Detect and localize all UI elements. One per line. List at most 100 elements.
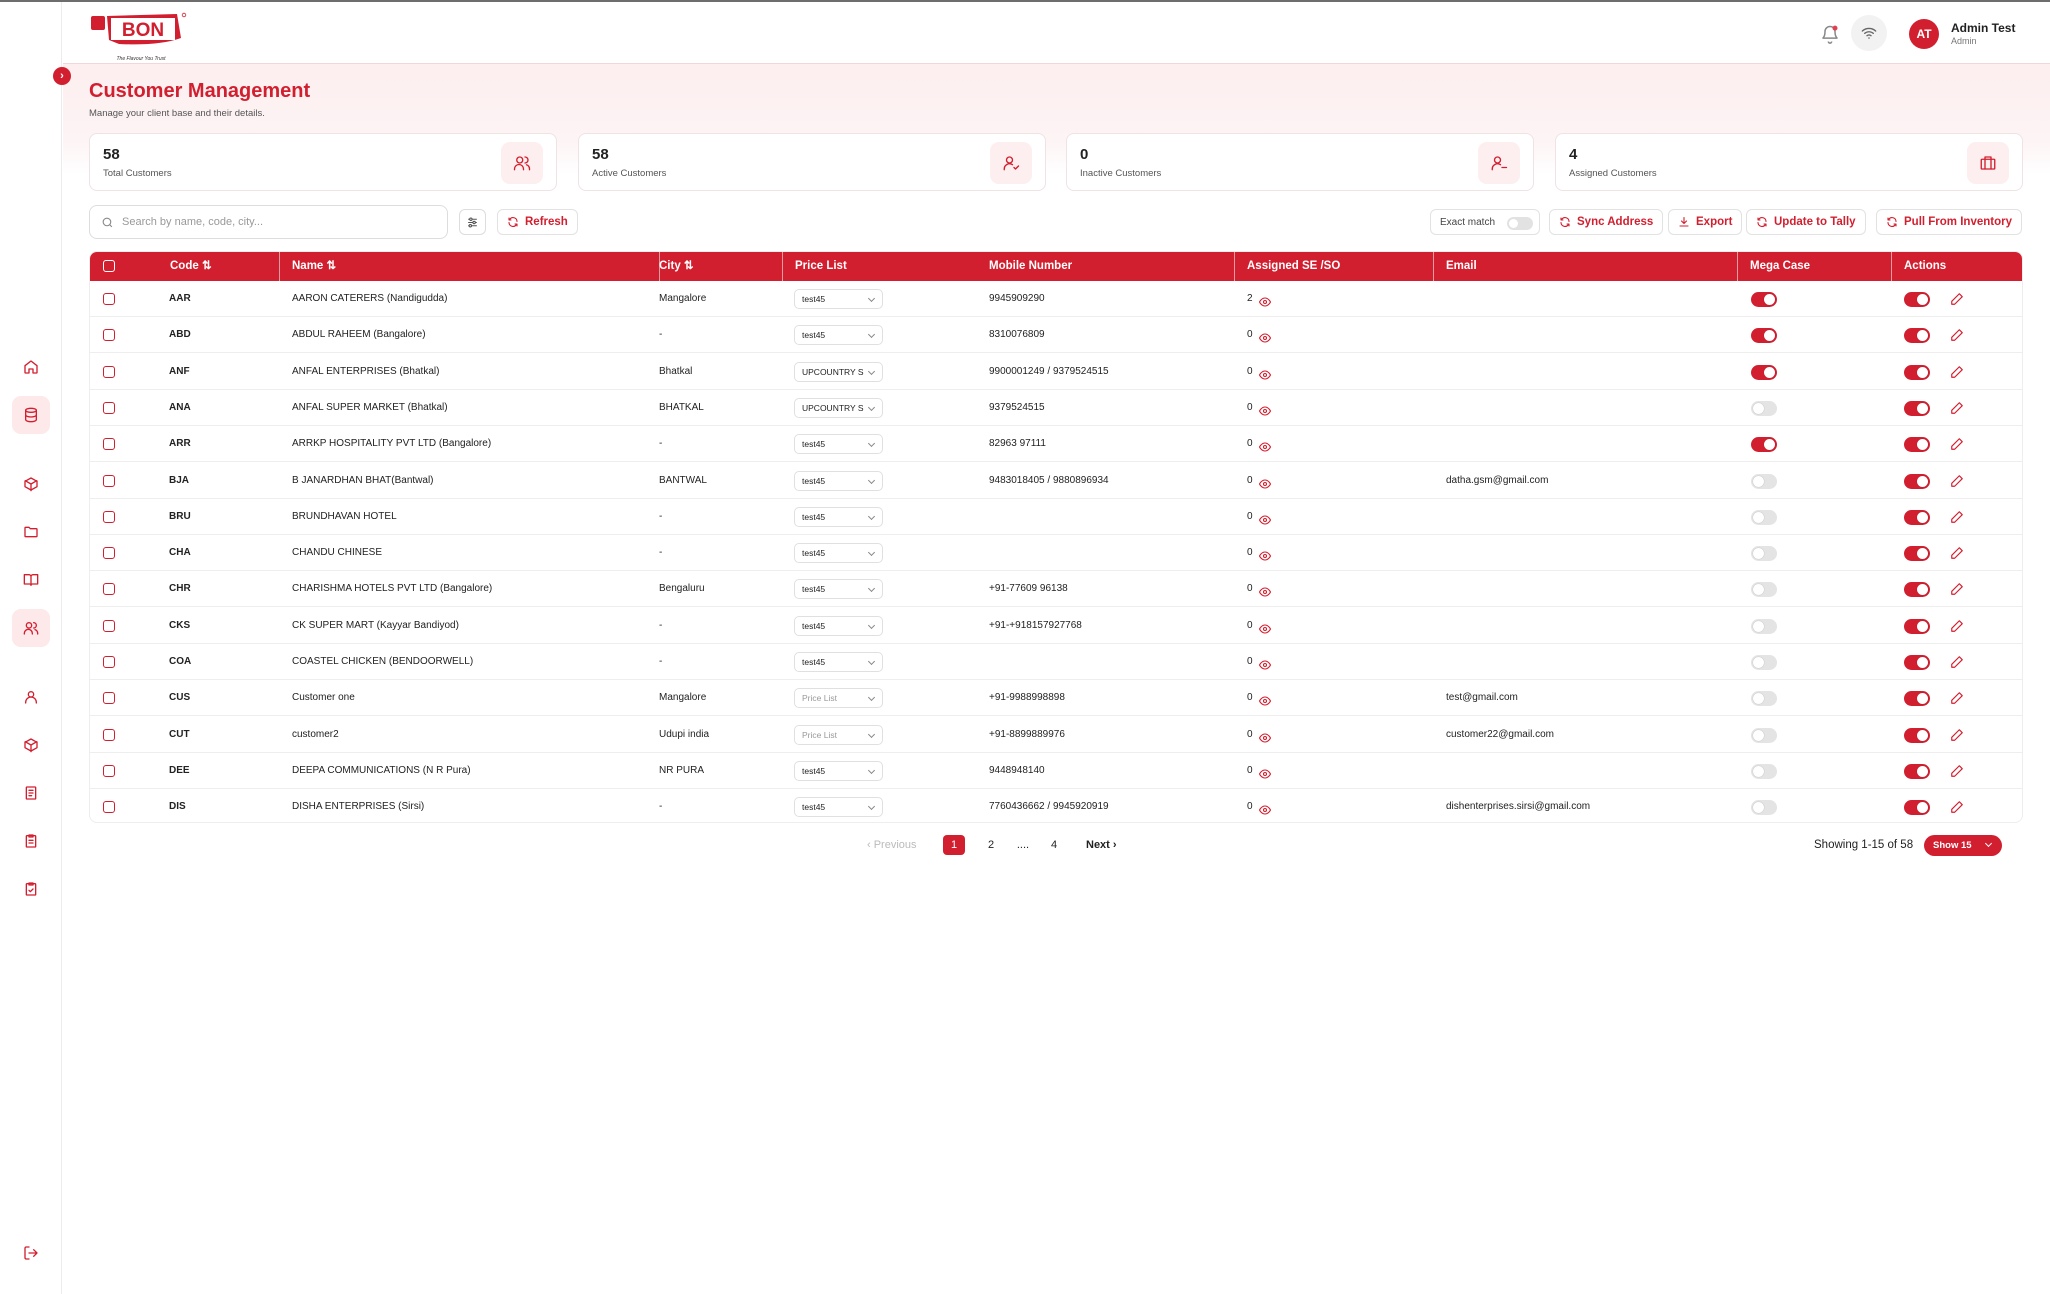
mega-case-toggle[interactable] [1751, 582, 1777, 598]
eye-icon[interactable] [1258, 476, 1272, 489]
mega-case-toggle[interactable] [1751, 618, 1777, 634]
mega-case-toggle[interactable] [1751, 655, 1777, 670]
mega-case-toggle[interactable] [1751, 473, 1777, 489]
row-checkbox[interactable] [103, 401, 115, 414]
status-toggle[interactable] [1904, 509, 1930, 525]
eye-icon[interactable] [1258, 766, 1272, 779]
status-toggle[interactable] [1904, 763, 1930, 779]
edit-icon[interactable] [1950, 800, 1964, 814]
status-toggle[interactable] [1904, 473, 1930, 489]
edit-icon[interactable] [1950, 510, 1964, 524]
edit-icon[interactable] [1950, 546, 1964, 560]
eye-icon[interactable] [1258, 403, 1272, 416]
row-checkbox[interactable] [103, 365, 115, 378]
edit-icon[interactable] [1950, 328, 1964, 342]
price-list-select[interactable]: test45 [794, 470, 883, 491]
row-checkbox[interactable] [103, 764, 115, 777]
mega-case-toggle[interactable] [1751, 292, 1777, 307]
edit-icon[interactable] [1950, 691, 1964, 705]
eye-icon[interactable] [1258, 657, 1272, 670]
price-list-select[interactable]: test45 [794, 760, 883, 781]
eye-icon[interactable] [1258, 548, 1272, 561]
edit-icon[interactable] [1950, 437, 1964, 451]
edit-icon[interactable] [1950, 619, 1964, 633]
refresh-button[interactable]: Refresh [497, 209, 578, 235]
eye-icon[interactable] [1258, 693, 1272, 706]
price-list-select[interactable]: test45 [794, 325, 883, 346]
price-list-select[interactable]: test45 [794, 797, 883, 818]
row-checkbox[interactable] [103, 510, 115, 523]
edit-icon[interactable] [1950, 764, 1964, 778]
price-list-select[interactable]: UPCOUNTRY SPECIAL [794, 397, 883, 418]
eye-icon[interactable] [1258, 584, 1272, 597]
row-checkbox[interactable] [103, 329, 115, 342]
status-toggle[interactable] [1904, 328, 1930, 344]
mega-case-toggle[interactable] [1751, 727, 1777, 743]
row-checkbox[interactable] [103, 656, 115, 668]
price-list-select[interactable]: test45 [794, 289, 883, 309]
edit-icon[interactable] [1950, 365, 1964, 379]
page-2-button[interactable]: 2 [980, 835, 1002, 855]
eye-icon[interactable] [1258, 621, 1272, 634]
eye-icon[interactable] [1258, 512, 1272, 525]
sidebar-collapse-button[interactable]: › [53, 67, 71, 85]
eye-icon[interactable] [1258, 330, 1272, 343]
home-icon[interactable] [12, 348, 50, 386]
header-city[interactable]: City ⇅ [659, 252, 694, 281]
package-icon[interactable] [12, 465, 50, 503]
edit-icon[interactable] [1950, 728, 1964, 742]
mega-case-toggle[interactable] [1751, 364, 1777, 380]
status-toggle[interactable] [1904, 400, 1930, 416]
eye-icon[interactable] [1258, 294, 1272, 307]
page-1-button[interactable]: 1 [943, 835, 965, 855]
sync-address-button[interactable]: Sync Address [1549, 209, 1664, 235]
header-name[interactable]: Name ⇅ [292, 252, 336, 281]
mega-case-toggle[interactable] [1751, 800, 1777, 816]
wifi-icon[interactable] [1851, 15, 1887, 51]
clipboard-check-icon[interactable] [12, 870, 50, 908]
mega-case-toggle[interactable] [1751, 509, 1777, 525]
mega-case-toggle[interactable] [1751, 437, 1777, 453]
box-icon[interactable] [12, 726, 50, 764]
price-list-select[interactable]: Price List [794, 724, 883, 745]
previous-page-button[interactable]: ‹ Previous [867, 839, 917, 851]
status-toggle[interactable] [1904, 727, 1930, 743]
status-toggle[interactable] [1904, 800, 1930, 816]
status-toggle[interactable] [1904, 691, 1930, 707]
page-4-button[interactable]: 4 [1043, 835, 1065, 855]
status-toggle[interactable] [1904, 546, 1930, 562]
eye-icon[interactable] [1258, 367, 1272, 380]
row-checkbox[interactable] [103, 583, 115, 596]
users-icon[interactable] [12, 609, 50, 647]
status-toggle[interactable] [1904, 655, 1930, 670]
row-checkbox[interactable] [103, 438, 115, 451]
status-toggle[interactable] [1904, 618, 1930, 634]
logout-icon[interactable] [12, 1234, 50, 1272]
row-checkbox[interactable] [103, 801, 115, 814]
export-button[interactable]: Export [1668, 209, 1743, 235]
database-icon[interactable] [12, 396, 50, 434]
search-input[interactable] [122, 212, 422, 232]
price-list-select[interactable]: UPCOUNTRY SPECIAL [794, 361, 883, 382]
price-list-select[interactable]: test45 [794, 506, 883, 527]
edit-icon[interactable] [1950, 655, 1964, 669]
pull-inventory-button[interactable]: Pull From Inventory [1876, 209, 2022, 235]
row-checkbox[interactable] [103, 619, 115, 632]
search-box[interactable] [89, 205, 448, 239]
row-checkbox[interactable] [103, 547, 115, 560]
status-toggle[interactable] [1904, 437, 1930, 453]
mega-case-toggle[interactable] [1751, 328, 1777, 344]
edit-icon[interactable] [1950, 401, 1964, 415]
price-list-select[interactable]: test45 [794, 652, 883, 672]
mega-case-toggle[interactable] [1751, 691, 1777, 707]
price-list-select[interactable]: test45 [794, 543, 883, 564]
avatar[interactable]: AT [1909, 19, 1939, 49]
row-checkbox[interactable] [103, 293, 115, 305]
eye-icon[interactable] [1258, 439, 1272, 452]
next-page-button[interactable]: Next › [1086, 839, 1117, 851]
mega-case-toggle[interactable] [1751, 400, 1777, 416]
price-list-select[interactable]: test45 [794, 434, 883, 455]
bon-logo[interactable]: BON The Flavour You Trust [89, 10, 193, 64]
exact-match-toggle[interactable]: Exact match [1430, 209, 1540, 235]
price-list-select[interactable]: test45 [794, 615, 883, 636]
